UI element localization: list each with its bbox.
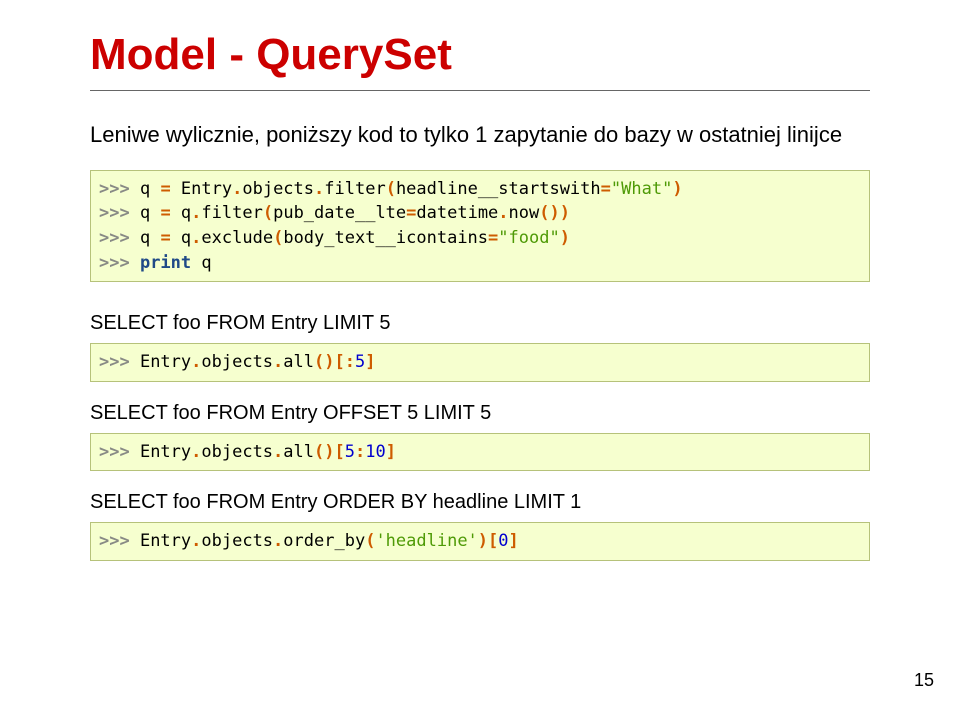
intro-text: Leniwe wylicznie, poniższy kod to tylko … bbox=[90, 121, 870, 150]
code-block: >>> Entry.objects.all()[:5] bbox=[90, 343, 870, 382]
code-block: >>> Entry.objects.all()[5:10] bbox=[90, 433, 870, 472]
page-number: 15 bbox=[914, 670, 934, 691]
sections-container: >>> q = Entry.objects.filter(headline__s… bbox=[90, 170, 870, 561]
sql-label: SELECT foo FROM Entry OFFSET 5 LIMIT 5 bbox=[90, 402, 870, 425]
slide: Model - QuerySet Leniwe wylicznie, poniż… bbox=[0, 0, 960, 713]
code-block: >>> Entry.objects.order_by('headline')[0… bbox=[90, 522, 870, 561]
code-block: >>> q = Entry.objects.filter(headline__s… bbox=[90, 170, 870, 283]
page-title: Model - QuerySet bbox=[90, 30, 870, 80]
sql-label: SELECT foo FROM Entry LIMIT 5 bbox=[90, 312, 870, 335]
divider bbox=[90, 90, 870, 91]
sql-label: SELECT foo FROM Entry ORDER BY headline … bbox=[90, 491, 870, 514]
